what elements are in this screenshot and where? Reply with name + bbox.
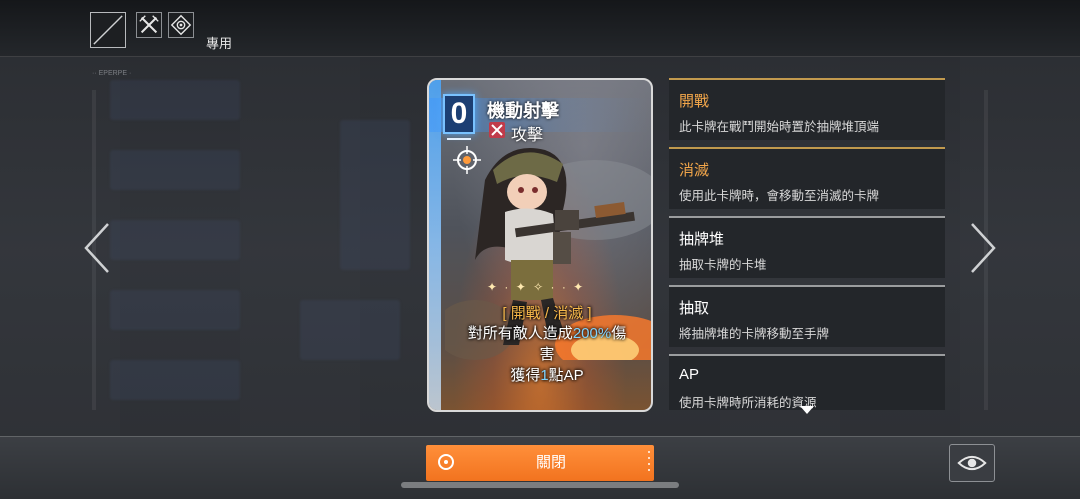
keyword-description: 將抽牌堆的卡牌移動至手牌 [679,327,830,341]
filter-label: 專用 [206,36,233,51]
chevron-left-icon [84,223,109,273]
effect-text: 獲得 [510,367,541,384]
previous-card-button[interactable] [82,222,112,274]
next-card-button[interactable] [968,222,998,274]
keyword-glossary-panel[interactable]: 開戰 此卡牌在戰鬥開始時置於抽牌堆頂端 消滅 使用此卡牌時，會移動至消滅的卡牌 … [669,78,945,410]
target-icon[interactable] [168,12,194,38]
empty-slash-icon[interactable] [90,12,126,48]
keyword-title: 開戰 [679,93,710,110]
keyword-title: AP [679,366,700,383]
system-home-indicator[interactable] [401,482,679,488]
keyword-item: 開戰 此卡牌在戰鬥開始時置於抽牌堆頂端 [669,78,945,140]
effect-text: 對所有敵人造成 [467,325,573,342]
card-name: 機動射擊 [487,101,559,121]
background-tile [110,290,240,330]
background-caption: ·· EPERPE · [92,70,132,77]
background-tile [300,300,400,360]
keyword-title: 抽取 [679,300,710,317]
background-tile [110,360,240,400]
keyword-item: 抽牌堆 抽取卡牌的卡堆 [669,216,945,278]
keyword-description: 使用卡牌時所消耗的資源 [679,396,817,410]
keyword-description: 抽取卡牌的卡堆 [679,258,767,272]
effect-text: 傷 [611,325,627,342]
card-effect-line: 害 [539,346,555,363]
effect-damage-value: 200% [572,325,612,342]
close-button-label: 關閉 [535,454,566,471]
top-bar: 專用 [0,0,1080,57]
background-tile [110,80,240,120]
keyword-item: 抽取 將抽牌堆的卡牌移動至手牌 [669,285,945,347]
keyword-title: 消滅 [679,162,710,179]
card-cost-underline [447,138,471,140]
scroll-down-indicator-icon[interactable] [800,406,814,414]
card-effect-line: 獲得1點AP [443,365,651,386]
button-dots-decoration [648,451,650,475]
close-button[interactable]: 關閉 [426,445,654,481]
keyword-item: 消滅 使用此卡牌時，會移動至消滅的卡牌 [669,147,945,209]
background-tile [340,120,410,270]
card-sparkle-decoration: ✦ · ✦ ✧ · · ✦ [487,280,586,294]
chevron-right-icon [971,223,996,273]
crosshair-icon [453,146,481,174]
card-effect-line: 對所有敵人造成200%傷 [443,323,651,344]
card-type: 攻擊 [511,127,544,144]
keyword-title: 抽牌堆 [679,231,725,248]
crossed-swords-icon [489,122,505,138]
background-tile [110,220,240,260]
effect-ap-value: 1 [540,367,549,384]
background-tile [110,150,240,190]
card-effect-text: [ 開戰 / 消滅 ] 對所有敵人造成200%傷 害 獲得1點AP [443,302,651,386]
keyword-description: 使用此卡牌時，會移動至消滅的卡牌 [679,189,880,203]
eye-icon [957,455,987,471]
card-effect-tags: [ 開戰 / 消滅 ] [502,305,592,322]
card-detail: 0 機動射擊 攻擊 ✦ · ✦ ✧ · · ✦ [ 開戰 / 消滅 ] 對所有敵… [427,78,653,412]
toggle-view-button[interactable] [949,444,995,482]
effect-text: 點AP [548,367,584,384]
card-cost: 0 [443,94,475,134]
keyword-description: 此卡牌在戰鬥開始時置於抽牌堆頂端 [679,120,880,134]
crossed-swords-icon[interactable] [136,12,162,38]
keyword-item: AP 使用卡牌時所消耗的資源 [669,354,945,410]
